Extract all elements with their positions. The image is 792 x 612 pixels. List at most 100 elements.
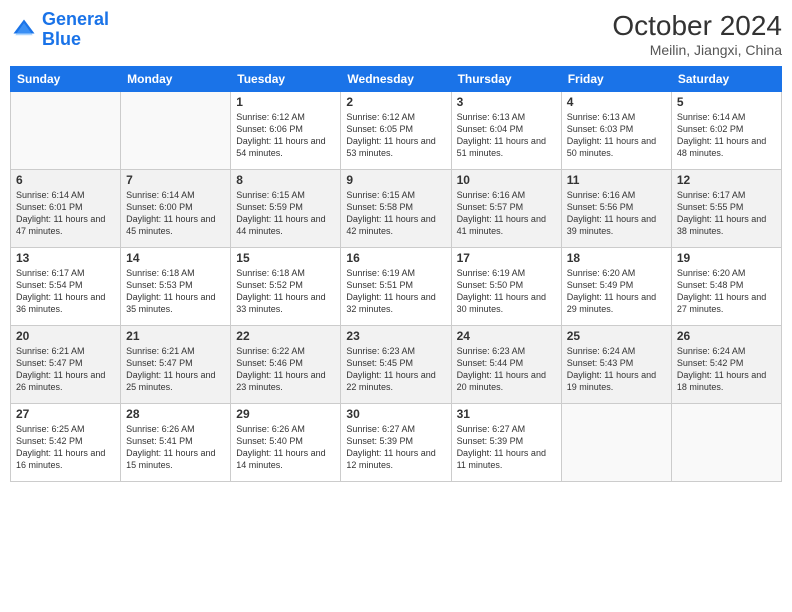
cell-info: Sunrise: 6:24 AMSunset: 5:43 PMDaylight:… xyxy=(567,345,666,394)
cell-info: Sunrise: 6:24 AMSunset: 5:42 PMDaylight:… xyxy=(677,345,776,394)
day-number: 3 xyxy=(457,95,556,109)
weekday-header: Monday xyxy=(121,67,231,92)
day-number: 21 xyxy=(126,329,225,343)
calendar-cell: 15 Sunrise: 6:18 AMSunset: 5:52 PMDayligh… xyxy=(231,248,341,326)
calendar-cell: 24Sunrise: 6:23 AMSunset: 5:44 PMDayligh… xyxy=(451,326,561,404)
calendar-cell: 2Sunrise: 6:12 AMSunset: 6:05 PMDaylight… xyxy=(341,92,451,170)
weekday-header: Tuesday xyxy=(231,67,341,92)
day-number: 15 xyxy=(236,251,335,265)
calendar-cell: 3 Sunrise: 6:13 AMSunset: 6:04 PMDaylight… xyxy=(451,92,561,170)
calendar-cell: 27 Sunrise: 6:25 AMSunset: 5:42 PMDayligh… xyxy=(11,404,121,482)
cell-info: Sunrise: 6:22 AMSunset: 5:46 PMDaylight:… xyxy=(236,345,335,394)
calendar-week-row: 27 Sunrise: 6:25 AMSunset: 5:42 PMDayligh… xyxy=(11,404,782,482)
day-number: 13 xyxy=(16,251,115,265)
calendar-cell: 6 Sunrise: 6:14 AMSunset: 6:01 PMDaylight… xyxy=(11,170,121,248)
cell-info: Sunrise: 6:18 AMSunset: 5:52 PMDaylight:… xyxy=(236,267,335,316)
calendar-cell: 14 Sunrise: 6:18 AMSunset: 5:53 PMDayligh… xyxy=(121,248,231,326)
calendar-cell: 23 Sunrise: 6:23 AMSunset: 5:45 PMDayligh… xyxy=(341,326,451,404)
calendar-week-row: 1Sunrise: 6:12 AMSunset: 6:06 PMDaylight… xyxy=(11,92,782,170)
calendar-cell: 4Sunrise: 6:13 AMSunset: 6:03 PMDaylight… xyxy=(561,92,671,170)
logo-blue: Blue xyxy=(42,29,81,49)
calendar-cell: 11Sunrise: 6:16 AMSunset: 5:56 PMDayligh… xyxy=(561,170,671,248)
calendar-cell: 1Sunrise: 6:12 AMSunset: 6:06 PMDaylight… xyxy=(231,92,341,170)
cell-info: Sunrise: 6:20 AMSunset: 5:49 PMDaylight:… xyxy=(567,267,666,316)
calendar-cell: 29Sunrise: 6:26 AMSunset: 5:40 PMDayligh… xyxy=(231,404,341,482)
cell-info: Sunrise: 6:13 AMSunset: 6:04 PMDaylight:… xyxy=(457,111,556,160)
cell-info: Sunrise: 6:23 AMSunset: 5:44 PMDaylight:… xyxy=(457,345,556,394)
calendar-cell: 12Sunrise: 6:17 AMSunset: 5:55 PMDayligh… xyxy=(671,170,781,248)
calendar-cell: 19Sunrise: 6:20 AMSunset: 5:48 PMDayligh… xyxy=(671,248,781,326)
cell-info: Sunrise: 6:15 AMSunset: 5:58 PMDaylight:… xyxy=(346,189,445,238)
calendar-title: October 2024 xyxy=(612,10,782,42)
calendar-cell: 30Sunrise: 6:27 AMSunset: 5:39 PMDayligh… xyxy=(341,404,451,482)
calendar-cell: 25 Sunrise: 6:24 AMSunset: 5:43 PMDayligh… xyxy=(561,326,671,404)
cell-info: Sunrise: 6:27 AMSunset: 5:39 PMDaylight:… xyxy=(346,423,445,472)
calendar-cell: 21 Sunrise: 6:21 AMSunset: 5:47 PMDayligh… xyxy=(121,326,231,404)
day-number: 4 xyxy=(567,95,666,109)
cell-info: Sunrise: 6:19 AMSunset: 5:50 PMDaylight:… xyxy=(457,267,556,316)
cell-info: Sunrise: 6:26 AMSunset: 5:40 PMDaylight:… xyxy=(236,423,335,472)
day-number: 31 xyxy=(457,407,556,421)
weekday-header: Wednesday xyxy=(341,67,451,92)
logo-general: General xyxy=(42,9,109,29)
calendar-subtitle: Meilin, Jiangxi, China xyxy=(612,42,782,58)
calendar-cell: 9Sunrise: 6:15 AMSunset: 5:58 PMDaylight… xyxy=(341,170,451,248)
cell-info: Sunrise: 6:25 AMSunset: 5:42 PMDaylight:… xyxy=(16,423,115,472)
calendar-cell: 16 Sunrise: 6:19 AMSunset: 5:51 PMDayligh… xyxy=(341,248,451,326)
calendar-cell: 20 Sunrise: 6:21 AMSunset: 5:47 PMDayligh… xyxy=(11,326,121,404)
logo-icon xyxy=(10,16,38,44)
day-number: 28 xyxy=(126,407,225,421)
day-number: 5 xyxy=(677,95,776,109)
day-number: 14 xyxy=(126,251,225,265)
calendar-table: SundayMondayTuesdayWednesdayThursdayFrid… xyxy=(10,66,782,482)
cell-info: Sunrise: 6:19 AMSunset: 5:51 PMDaylight:… xyxy=(346,267,445,316)
calendar-cell: 22 Sunrise: 6:22 AMSunset: 5:46 PMDayligh… xyxy=(231,326,341,404)
cell-info: Sunrise: 6:14 AMSunset: 6:01 PMDaylight:… xyxy=(16,189,115,238)
day-number: 20 xyxy=(16,329,115,343)
cell-info: Sunrise: 6:23 AMSunset: 5:45 PMDaylight:… xyxy=(346,345,445,394)
day-number: 25 xyxy=(567,329,666,343)
cell-info: Sunrise: 6:21 AMSunset: 5:47 PMDaylight:… xyxy=(16,345,115,394)
calendar-cell xyxy=(561,404,671,482)
day-number: 23 xyxy=(346,329,445,343)
cell-info: Sunrise: 6:20 AMSunset: 5:48 PMDaylight:… xyxy=(677,267,776,316)
day-number: 26 xyxy=(677,329,776,343)
calendar-cell: 5 Sunrise: 6:14 AMSunset: 6:02 PMDaylight… xyxy=(671,92,781,170)
cell-info: Sunrise: 6:21 AMSunset: 5:47 PMDaylight:… xyxy=(126,345,225,394)
calendar-cell: 18 Sunrise: 6:20 AMSunset: 5:49 PMDayligh… xyxy=(561,248,671,326)
calendar-cell: 7Sunrise: 6:14 AMSunset: 6:00 PMDaylight… xyxy=(121,170,231,248)
calendar-cell: 28Sunrise: 6:26 AMSunset: 5:41 PMDayligh… xyxy=(121,404,231,482)
calendar-cell: 26 Sunrise: 6:24 AMSunset: 5:42 PMDayligh… xyxy=(671,326,781,404)
day-number: 17 xyxy=(457,251,556,265)
weekday-header: Saturday xyxy=(671,67,781,92)
calendar-week-row: 6 Sunrise: 6:14 AMSunset: 6:01 PMDaylight… xyxy=(11,170,782,248)
calendar-week-row: 13 Sunrise: 6:17 AMSunset: 5:54 PMDayligh… xyxy=(11,248,782,326)
weekday-header: Friday xyxy=(561,67,671,92)
calendar-week-row: 20 Sunrise: 6:21 AMSunset: 5:47 PMDayligh… xyxy=(11,326,782,404)
day-number: 18 xyxy=(567,251,666,265)
logo: General Blue xyxy=(10,10,109,50)
calendar-cell: 31 Sunrise: 6:27 AMSunset: 5:39 PMDayligh… xyxy=(451,404,561,482)
cell-info: Sunrise: 6:14 AMSunset: 6:02 PMDaylight:… xyxy=(677,111,776,160)
cell-info: Sunrise: 6:18 AMSunset: 5:53 PMDaylight:… xyxy=(126,267,225,316)
day-number: 6 xyxy=(16,173,115,187)
day-number: 27 xyxy=(16,407,115,421)
title-block: October 2024 Meilin, Jiangxi, China xyxy=(612,10,782,58)
cell-info: Sunrise: 6:17 AMSunset: 5:55 PMDaylight:… xyxy=(677,189,776,238)
cell-info: Sunrise: 6:27 AMSunset: 5:39 PMDaylight:… xyxy=(457,423,556,472)
cell-info: Sunrise: 6:16 AMSunset: 5:57 PMDaylight:… xyxy=(457,189,556,238)
day-number: 22 xyxy=(236,329,335,343)
calendar-cell: 13 Sunrise: 6:17 AMSunset: 5:54 PMDayligh… xyxy=(11,248,121,326)
day-number: 7 xyxy=(126,173,225,187)
calendar-cell xyxy=(11,92,121,170)
day-number: 11 xyxy=(567,173,666,187)
calendar-cell xyxy=(671,404,781,482)
weekday-header-row: SundayMondayTuesdayWednesdayThursdayFrid… xyxy=(11,67,782,92)
day-number: 16 xyxy=(346,251,445,265)
logo-text: General Blue xyxy=(42,10,109,50)
weekday-header: Thursday xyxy=(451,67,561,92)
day-number: 1 xyxy=(236,95,335,109)
cell-info: Sunrise: 6:17 AMSunset: 5:54 PMDaylight:… xyxy=(16,267,115,316)
page: General Blue October 2024 Meilin, Jiangx… xyxy=(0,0,792,612)
weekday-header: Sunday xyxy=(11,67,121,92)
